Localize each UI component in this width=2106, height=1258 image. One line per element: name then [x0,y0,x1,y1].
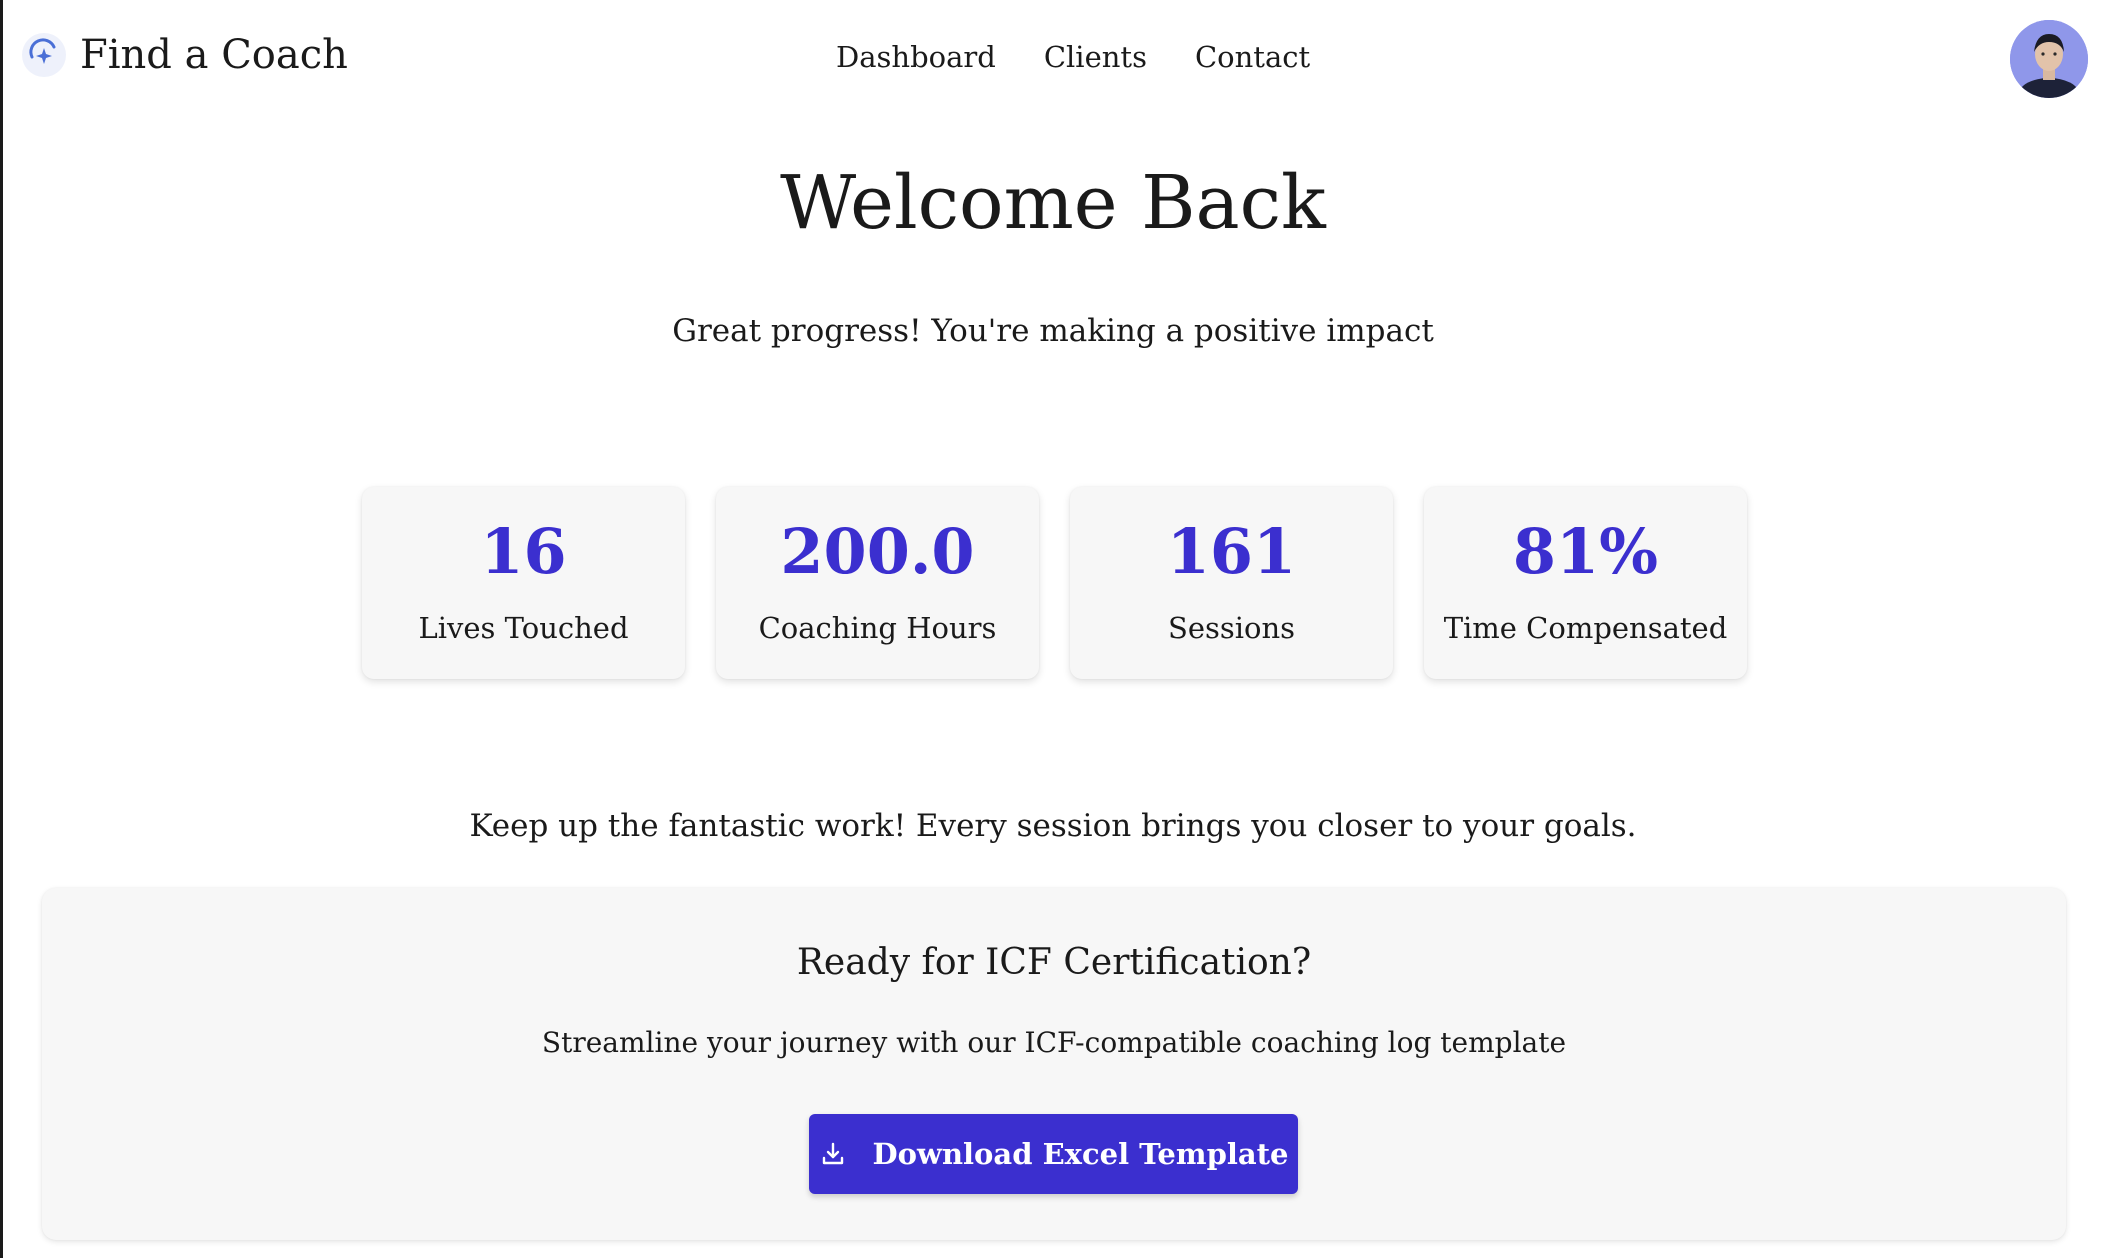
stat-label: Lives Touched [418,611,629,645]
compass-logo-icon [22,33,66,77]
stat-card-sessions: 161 Sessions [1070,487,1393,679]
user-avatar[interactable] [2010,20,2088,98]
brand-name: Find a Coach [80,32,348,78]
icf-title: Ready for ICF Certification? [796,942,1312,983]
top-header: Find a Coach Dashboard Clients Contact [0,0,2106,118]
nav-contact[interactable]: Contact [1195,40,1310,74]
stat-value: 161 [1166,515,1297,588]
stat-card-coaching-hours: 200.0 Coaching Hours [716,487,1039,679]
download-icon [819,1140,847,1168]
avatar-icon [2010,20,2088,98]
main-nav: Dashboard Clients Contact [836,40,1310,74]
page-title: Welcome Back [780,160,1326,246]
download-button-label: Download Excel Template [872,1137,1289,1171]
stat-card-time-compensated: 81% Time Compensated [1424,487,1747,679]
stat-label: Coaching Hours [758,611,997,645]
stat-label: Time Compensated [1443,611,1728,645]
stat-value: 81% [1512,515,1659,588]
nav-dashboard[interactable]: Dashboard [836,40,996,74]
download-template-button[interactable]: Download Excel Template [809,1114,1298,1194]
stat-label: Sessions [1167,611,1296,645]
stats-row: 16 Lives Touched 200.0 Coaching Hours 16… [362,487,1747,679]
icf-certification-panel: Ready for ICF Certification? Streamline … [42,888,2066,1240]
icf-description: Streamline your journey with our ICF-com… [541,1026,1567,1059]
brand[interactable]: Find a Coach [22,32,348,78]
stat-card-lives-touched: 16 Lives Touched [362,487,685,679]
stat-value: 200.0 [780,515,975,588]
stat-value: 16 [480,515,567,588]
nav-clients[interactable]: Clients [1044,40,1147,74]
encouragement-text: Keep up the fantastic work! Every sessio… [469,808,1637,844]
page-subtitle: Great progress! You're making a positive… [672,313,1434,349]
